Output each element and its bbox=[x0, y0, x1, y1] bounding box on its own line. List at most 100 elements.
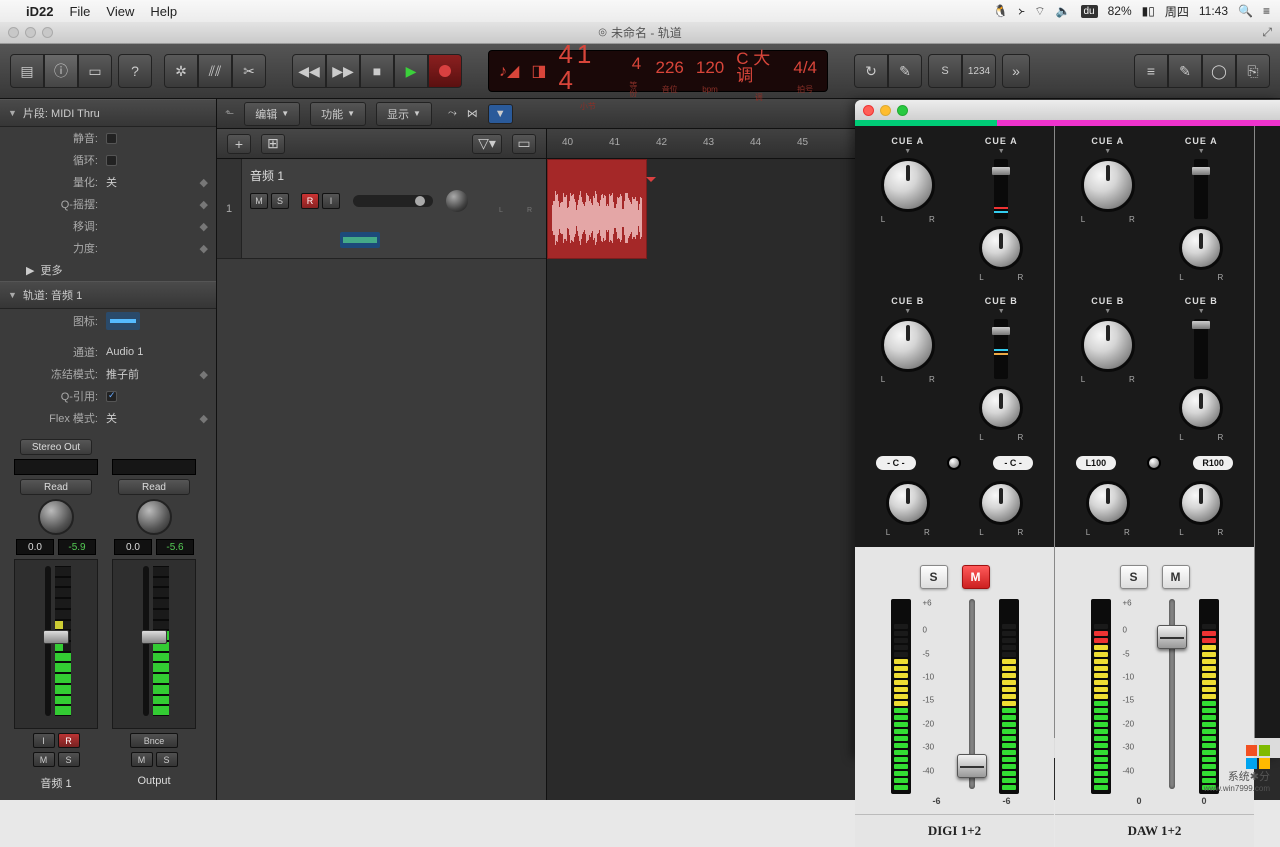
cue-a-pan-knob-2[interactable] bbox=[1081, 158, 1135, 212]
trim-knob-1r[interactable] bbox=[979, 481, 1023, 525]
inspector-button[interactable]: ⓘ bbox=[44, 54, 78, 88]
wifi-icon[interactable]: ⌔ bbox=[1034, 4, 1045, 19]
toolbar-icon-1[interactable]: ✲ bbox=[164, 54, 198, 88]
channel-name-2[interactable]: DAW 1+2 bbox=[1055, 814, 1254, 847]
trim-knob-2l[interactable] bbox=[1086, 481, 1130, 525]
cue-a-fader-2[interactable] bbox=[1194, 159, 1208, 219]
forward-button[interactable]: ▶▶ bbox=[326, 54, 360, 88]
loop-checkbox[interactable] bbox=[106, 155, 117, 166]
cue-b-pan-knob-2[interactable] bbox=[1081, 318, 1135, 372]
mute-btn-ch2[interactable]: M bbox=[1162, 565, 1190, 589]
back-icon[interactable]: ⬑ bbox=[225, 107, 234, 120]
fader-1[interactable] bbox=[14, 559, 98, 729]
library-button[interactable]: ▤ bbox=[10, 54, 44, 88]
traffic-lights[interactable] bbox=[8, 27, 53, 38]
count-in-button[interactable]: 1234 bbox=[962, 54, 996, 88]
du-icon[interactable]: du bbox=[1081, 5, 1098, 18]
mixer-button[interactable]: ▭ bbox=[78, 54, 112, 88]
track-input[interactable]: I bbox=[322, 193, 340, 209]
channel-name-1[interactable]: DIGI 1+2 bbox=[855, 814, 1054, 847]
toolbar-icon-2[interactable]: ⫽⫽ bbox=[198, 54, 232, 88]
track-rec[interactable]: R bbox=[301, 193, 319, 209]
track-header[interactable]: ▼轨道: 音频 1 bbox=[0, 281, 216, 309]
menu-help[interactable]: Help bbox=[150, 4, 177, 19]
cue-a-level-knob-2[interactable] bbox=[1179, 226, 1223, 270]
track-mute[interactable]: M bbox=[250, 193, 268, 209]
more-button[interactable]: » bbox=[1002, 54, 1030, 88]
track-row-1[interactable]: 1 音频 1 M S R I bbox=[217, 159, 546, 259]
trim-knob-2r[interactable] bbox=[1179, 481, 1223, 525]
pan-knob-1[interactable] bbox=[38, 499, 74, 535]
flex-icon[interactable]: ⋈ bbox=[467, 107, 478, 120]
flex-value[interactable]: 关 bbox=[106, 410, 117, 426]
cue-b-level-knob-2[interactable] bbox=[1179, 386, 1223, 430]
automation-read-2[interactable]: Read bbox=[118, 479, 190, 495]
main-fader-1[interactable]: -6 -6 bbox=[957, 599, 987, 804]
bluetooth-icon[interactable]: ᚛ bbox=[1018, 4, 1024, 18]
fullscreen-icon[interactable]: ⤢ bbox=[1262, 25, 1272, 40]
insert-slot[interactable] bbox=[14, 459, 98, 475]
filter-icon[interactable]: ▼ bbox=[488, 104, 513, 124]
add-track-button[interactable]: + bbox=[227, 134, 251, 154]
rewind-button[interactable]: ◀◀ bbox=[292, 54, 326, 88]
audio-region[interactable] bbox=[547, 159, 647, 259]
cue-b-fader-2[interactable] bbox=[1194, 319, 1208, 379]
cue-a-fader-1[interactable] bbox=[994, 159, 1008, 219]
menu-icon[interactable]: ≡ bbox=[1263, 4, 1270, 18]
mute-btn-ch1[interactable]: M bbox=[962, 565, 990, 589]
track-pan-knob[interactable] bbox=[446, 190, 468, 212]
qref-checkbox[interactable] bbox=[106, 391, 117, 402]
menu-file[interactable]: File bbox=[69, 4, 90, 19]
cue-a-pan-knob-1[interactable] bbox=[881, 158, 935, 212]
scissors-icon[interactable]: ✂ bbox=[232, 54, 266, 88]
link-dot-1[interactable] bbox=[947, 456, 961, 470]
mute-btn-1[interactable]: M bbox=[33, 752, 55, 767]
func-menu[interactable]: 功能▼ bbox=[310, 102, 366, 126]
solo-btn-2[interactable]: S bbox=[156, 752, 178, 767]
edit-menu[interactable]: 编辑▼ bbox=[244, 102, 300, 126]
track-icon[interactable] bbox=[106, 312, 140, 330]
lcd-display[interactable]: ♪◢ ◨ 41 4小节 4等份 226音位 120bpm C 大调调 4/4拍号 bbox=[488, 50, 828, 92]
filter-button[interactable]: ▽▾ bbox=[472, 134, 502, 154]
list-button[interactable]: ≡ bbox=[1134, 54, 1168, 88]
id22-titlebar[interactable] bbox=[855, 100, 1280, 120]
cue-b-level-knob-1[interactable] bbox=[979, 386, 1023, 430]
media-button[interactable]: ⎘ bbox=[1236, 54, 1270, 88]
duplicate-track-button[interactable]: ⊞ bbox=[261, 134, 285, 154]
loop-browser-button[interactable]: ◯ bbox=[1202, 54, 1236, 88]
more-disclosure[interactable]: ▶更多 bbox=[0, 259, 216, 281]
solo-button[interactable]: S bbox=[928, 54, 962, 88]
cycle-button[interactable]: ↻ bbox=[854, 54, 888, 88]
solo-btn-1[interactable]: S bbox=[58, 752, 80, 767]
record-button[interactable] bbox=[428, 54, 462, 88]
qq-icon[interactable]: 🐧 bbox=[993, 4, 1008, 18]
battery-icon[interactable]: ▮▯ bbox=[1142, 4, 1155, 18]
menu-view[interactable]: View bbox=[106, 4, 134, 19]
link-dot-2[interactable] bbox=[1147, 456, 1161, 470]
pan-value-1r[interactable]: - C - bbox=[993, 456, 1033, 470]
notes-button[interactable]: ✎ bbox=[1168, 54, 1202, 88]
mute-btn-2[interactable]: M bbox=[131, 752, 153, 767]
quantize-value[interactable]: 关 bbox=[106, 174, 117, 190]
pan-value-2l[interactable]: L100 bbox=[1076, 456, 1116, 470]
spotlight-icon[interactable]: 🔍 bbox=[1238, 4, 1253, 18]
mute-checkbox[interactable] bbox=[106, 133, 117, 144]
insert-slot-2[interactable] bbox=[112, 459, 196, 475]
automation-read-1[interactable]: Read bbox=[20, 479, 92, 495]
pan-knob-2[interactable] bbox=[136, 499, 172, 535]
trim-knob-1l[interactable] bbox=[886, 481, 930, 525]
pan-value-1l[interactable]: - C - bbox=[876, 456, 916, 470]
view-button[interactable]: ▭ bbox=[512, 134, 536, 154]
solo-btn-ch1[interactable]: S bbox=[920, 565, 948, 589]
rec-enable-btn[interactable]: R bbox=[58, 733, 80, 748]
input-btn[interactable]: I bbox=[33, 733, 55, 748]
help-button[interactable]: ? bbox=[118, 54, 152, 88]
stereo-out-button[interactable]: Stereo Out bbox=[20, 439, 92, 455]
show-menu[interactable]: 显示▼ bbox=[376, 102, 432, 126]
freeze-value[interactable]: 推子前 bbox=[106, 366, 139, 382]
tuner-button[interactable]: ✎ bbox=[888, 54, 922, 88]
stop-button[interactable]: ■ bbox=[360, 54, 394, 88]
fader-2[interactable] bbox=[112, 559, 196, 729]
track-solo[interactable]: S bbox=[271, 193, 289, 209]
automation-icon[interactable]: ⤳ bbox=[448, 107, 457, 120]
